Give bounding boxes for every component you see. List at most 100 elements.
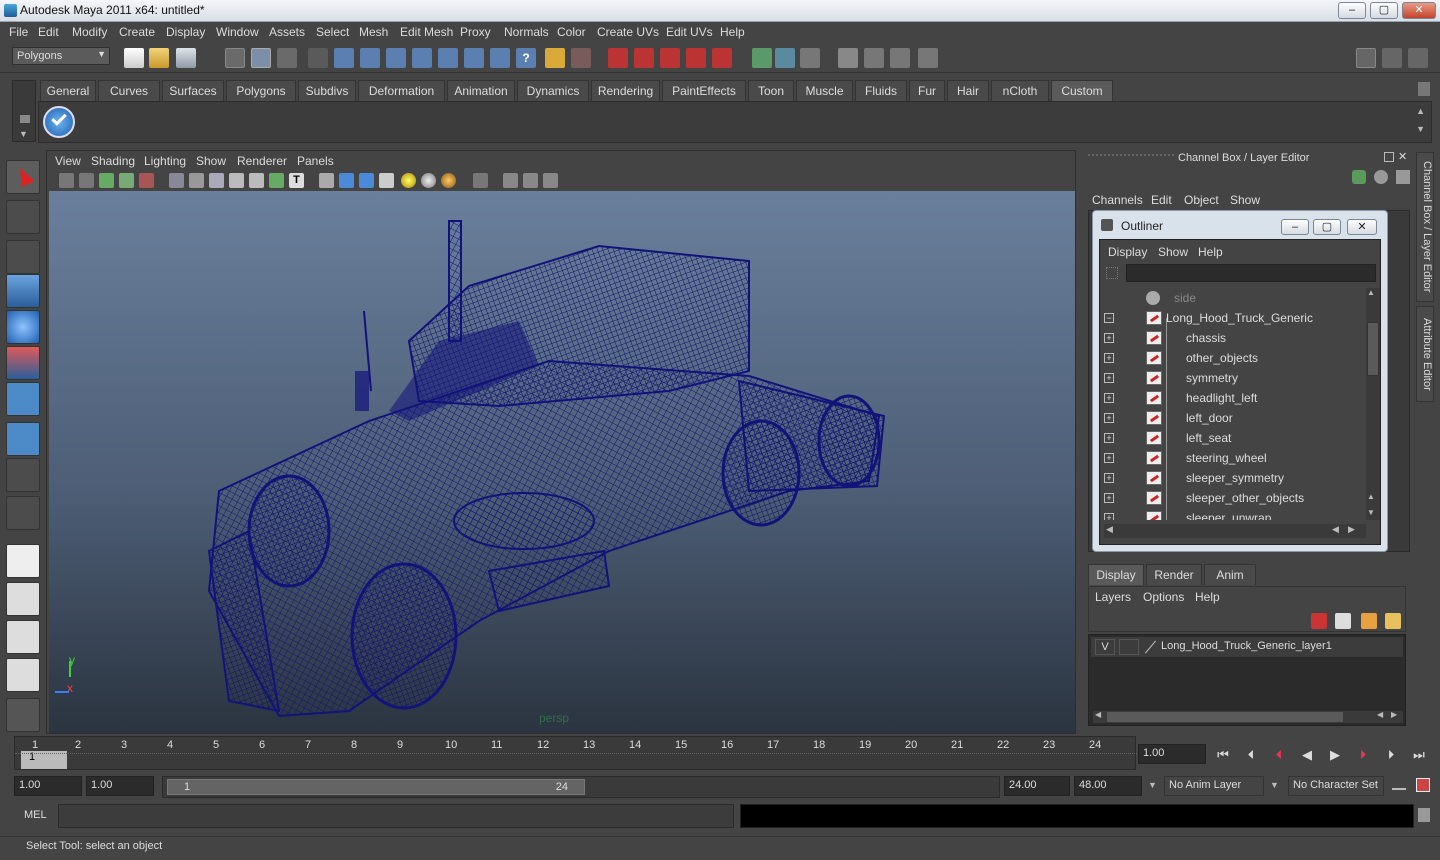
resolution-gate-icon[interactable] xyxy=(209,173,224,188)
scroll-up-icon[interactable]: ▲ xyxy=(1367,288,1375,297)
tree-row-child[interactable]: + left_seat xyxy=(1100,428,1362,448)
menu-color[interactable]: Color xyxy=(557,25,586,39)
ipr-render-icon[interactable] xyxy=(634,48,654,68)
range-slider[interactable]: 1 24 xyxy=(162,776,1000,798)
safe-title-icon[interactable]: T xyxy=(289,173,304,188)
menu-display[interactable]: Display xyxy=(166,25,205,39)
time-slider[interactable]: 1 2 3 4 5 6 7 8 9 10 11 12 13 14 15 16 1… xyxy=(14,736,1137,770)
character-set-dropdown-icon[interactable]: ▼ xyxy=(1270,780,1279,790)
layer-visibility-toggle[interactable]: V xyxy=(1095,639,1115,655)
new-layer-icon[interactable] xyxy=(1361,613,1377,629)
channel-menu-edit[interactable]: Edit xyxy=(1151,193,1172,207)
render-settings-icon[interactable] xyxy=(660,48,680,68)
expand-icon[interactable]: + xyxy=(1104,333,1114,343)
shelf-tab-dynamics[interactable]: Dynamics xyxy=(517,80,589,101)
tree-row-child[interactable]: + other_objects xyxy=(1100,348,1362,368)
anim-layer-dropdown-icon[interactable]: ▼ xyxy=(1148,780,1157,790)
channel-box-mode-icon[interactable] xyxy=(1352,170,1366,184)
menu-help[interactable]: Help xyxy=(720,25,745,39)
menu-edit-mesh[interactable]: Edit Mesh xyxy=(400,25,453,39)
selection-highlight-icon[interactable] xyxy=(571,48,591,68)
shelf-tab-fur[interactable]: Fur xyxy=(909,80,945,101)
render-layers-icon[interactable] xyxy=(918,48,938,68)
scroll-down-icon[interactable]: ▲ xyxy=(1367,492,1375,501)
menu-create[interactable]: Create xyxy=(119,25,155,39)
lock-icon[interactable] xyxy=(545,48,565,68)
shelf-handle[interactable]: ▼ xyxy=(12,80,36,142)
tree-row-side[interactable]: side xyxy=(1100,288,1362,308)
channel-menu-show[interactable]: Show xyxy=(1230,193,1260,207)
go-to-end-icon[interactable]: ⏭ xyxy=(1409,746,1429,764)
channel-pin-icon[interactable] xyxy=(1396,170,1410,184)
step-back-key-icon[interactable]: ⏴ xyxy=(1269,746,1289,764)
layer-color-icon[interactable] xyxy=(1143,639,1159,655)
menu-window[interactable]: Window xyxy=(216,25,259,39)
command-language-label[interactable]: MEL xyxy=(14,806,54,826)
step-back-frame-icon[interactable]: ⏴ xyxy=(1241,746,1261,764)
shelf-tab-animation[interactable]: Animation xyxy=(447,80,515,101)
move-layer-down-icon[interactable] xyxy=(1335,613,1351,629)
render-view-icon[interactable] xyxy=(686,48,706,68)
new-layer-from-selected-icon[interactable] xyxy=(1385,613,1401,629)
tree-row-child[interactable]: + sleeper_symmetry xyxy=(1100,468,1362,488)
menu-modify[interactable]: Modify xyxy=(72,25,107,39)
layer-type-toggle[interactable] xyxy=(1119,639,1139,655)
layer-horizontal-scrollbar[interactable]: ◀ ◀ ▶ xyxy=(1093,710,1403,723)
lasso-tool-icon[interactable] xyxy=(6,200,40,234)
shelf-tab-curves[interactable]: Curves xyxy=(98,80,160,101)
viewport-menu-shading[interactable]: Shading xyxy=(91,154,135,168)
history-icon[interactable] xyxy=(490,48,510,68)
outliner-maximize-button[interactable]: ▢ xyxy=(1313,219,1341,235)
paint-select-tool-icon[interactable] xyxy=(6,240,40,274)
shelf-tab-ncloth[interactable]: nCloth xyxy=(991,80,1049,101)
xray-icon[interactable] xyxy=(503,173,518,188)
last-tool-icon[interactable] xyxy=(6,496,40,530)
scroll-thumb[interactable] xyxy=(1367,322,1379,376)
layout-single-icon[interactable] xyxy=(6,544,40,578)
shelf-trash-icon[interactable] xyxy=(1418,82,1430,96)
menu-edit[interactable]: Edit xyxy=(38,25,59,39)
wireframe-shading-icon[interactable] xyxy=(319,173,334,188)
mask-dropdown-icon[interactable] xyxy=(308,48,328,68)
expand-icon[interactable]: + xyxy=(1104,493,1114,503)
go-to-start-icon[interactable]: ⏮ xyxy=(1213,746,1233,764)
film-gate-icon[interactable] xyxy=(189,173,204,188)
collapse-icon[interactable]: − xyxy=(1104,313,1114,323)
tree-row-child[interactable]: + sleeper_unwrap xyxy=(1100,508,1362,520)
range-end-field[interactable]: 24.00 xyxy=(1004,776,1070,796)
shelf-tab-polygons[interactable]: Polygons xyxy=(226,80,296,101)
snap-curve-icon[interactable] xyxy=(360,48,380,68)
soft-modification-icon[interactable] xyxy=(6,422,40,456)
minimize-button[interactable]: ‒ xyxy=(1338,2,1366,19)
menu-file[interactable]: File xyxy=(9,25,28,39)
layout-custom-icon[interactable] xyxy=(6,698,40,732)
menu-mesh[interactable]: Mesh xyxy=(359,25,388,39)
outliner-minimize-button[interactable]: ‒ xyxy=(1281,219,1309,235)
range-start-field[interactable]: 1.00 xyxy=(86,776,154,796)
expand-icon[interactable]: + xyxy=(1104,473,1114,483)
viewport-menu-lighting[interactable]: Lighting xyxy=(144,154,186,168)
shelf-tab-surfaces[interactable]: Surfaces xyxy=(162,80,224,101)
step-forward-key-icon[interactable]: ⏵ xyxy=(1353,746,1373,764)
maximize-button[interactable]: ▢ xyxy=(1370,2,1398,19)
channel-slider-icon[interactable] xyxy=(1374,170,1388,184)
outliner-horizontal-scrollbar[interactable]: ◀ ◀ ▶ xyxy=(1104,524,1366,538)
side-tab-attribute-editor[interactable]: Attribute Editor xyxy=(1416,306,1434,402)
float-panel-icon[interactable] xyxy=(1384,152,1394,162)
layer-tab-display[interactable]: Display xyxy=(1088,564,1144,585)
snap-grid-icon[interactable] xyxy=(334,48,354,68)
xray-joints-icon[interactable] xyxy=(523,173,538,188)
help-question-icon[interactable]: ? xyxy=(516,48,536,68)
menu-select[interactable]: Select xyxy=(316,25,349,39)
layout-outliner-icon[interactable] xyxy=(6,620,40,654)
shelf-tab-custom[interactable]: Custom xyxy=(1051,80,1113,101)
rotate-tool-icon[interactable] xyxy=(6,310,40,344)
layer-menu-options[interactable]: Options xyxy=(1143,590,1184,604)
rename-icon[interactable] xyxy=(775,48,795,68)
scroll-left-icon[interactable]: ◀ xyxy=(1332,524,1339,535)
select-hierarchy-icon[interactable] xyxy=(225,48,245,68)
step-forward-frame-icon[interactable]: ⏵ xyxy=(1381,746,1401,764)
xray-components-icon[interactable] xyxy=(543,173,558,188)
menu-assets[interactable]: Assets xyxy=(269,25,305,39)
scroll-left-icon[interactable]: ◀ xyxy=(1095,710,1101,719)
